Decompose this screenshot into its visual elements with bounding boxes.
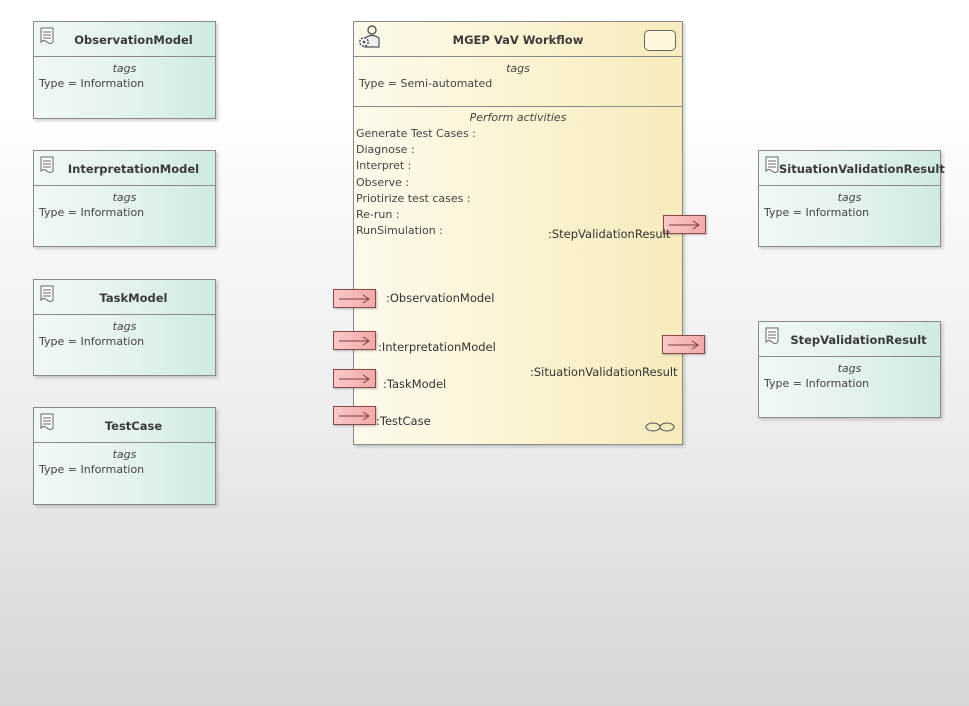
element-name: SituationValidationResult: [779, 162, 945, 176]
document-icon: [765, 156, 779, 173]
activity-item: Interpret :: [356, 159, 412, 173]
activity-item: Diagnose :: [356, 143, 415, 157]
rounded-rect-icon: [644, 30, 676, 51]
element-header: TaskModel: [34, 280, 215, 315]
document-icon: [40, 27, 54, 44]
output-pin-situation-validation-result[interactable]: [662, 335, 705, 354]
element-header: TestCase: [34, 408, 215, 443]
activity-item: Priotirize test cases :: [356, 191, 471, 205]
activity-item: Observe :: [356, 175, 410, 189]
element-observation-model[interactable]: ObservationModel tags Type = Information: [33, 21, 216, 119]
document-icon: [765, 327, 779, 344]
infinity-icon: [645, 422, 675, 432]
document-icon: [40, 285, 54, 302]
arrow-right-icon: [339, 374, 370, 384]
element-task-model[interactable]: TaskModel tags Type = Information: [33, 279, 216, 376]
activity-item: Generate Test Cases :: [356, 127, 476, 140]
pin-label: :SituationValidationResult: [530, 365, 678, 379]
process-title: MGEP VaV Workflow: [452, 33, 584, 47]
element-header: StepValidationResult: [759, 322, 940, 357]
element-step-validation-result[interactable]: StepValidationResult tags Type = Informa…: [758, 321, 941, 418]
tags-heading: tags: [837, 362, 862, 375]
pin-label: :StepValidationResult: [548, 227, 671, 241]
type-property: Type = Information: [764, 206, 870, 219]
tags-heading: tags: [112, 191, 137, 204]
document-icon: [40, 413, 54, 430]
element-test-case[interactable]: TestCase tags Type = Information: [33, 407, 216, 505]
tags-heading: tags: [112, 448, 137, 461]
pin-label: :TestCase: [376, 414, 431, 428]
process-tags-section: tags Type = Semi-automated: [354, 62, 682, 107]
type-property: Type = Information: [39, 335, 145, 348]
actor-gear-icon: [359, 25, 380, 48]
pin-label: :InterpretationModel: [378, 340, 496, 354]
element-name: InterpretationModel: [67, 162, 200, 176]
pin-label: :ObservationModel: [386, 291, 495, 305]
arrow-right-icon: [668, 340, 699, 350]
input-pin-test-case[interactable]: [333, 406, 376, 425]
element-name: TestCase: [104, 419, 163, 433]
activities-list: Generate Test Cases : Diagnose : Interpr…: [354, 126, 682, 239]
input-pin-observation-model[interactable]: [333, 289, 376, 308]
arrow-right-icon: [339, 411, 370, 421]
arrow-right-icon: [339, 336, 370, 346]
tags-heading: tags: [112, 320, 137, 333]
activity-item: Re-run :: [356, 207, 400, 221]
tags-heading: tags: [112, 62, 137, 75]
element-header: ObservationModel: [34, 22, 215, 57]
element-interpretation-model[interactable]: InterpretationModel tags Type = Informat…: [33, 150, 216, 247]
tags-heading: tags: [506, 62, 530, 75]
pin-label: :TaskModel: [383, 377, 447, 391]
element-name: TaskModel: [99, 291, 168, 305]
process-header: MGEP VaV Workflow: [354, 22, 682, 57]
element-situation-validation-result[interactable]: SituationValidationResult tags Type = In…: [758, 150, 945, 247]
type-property: Type = Information: [39, 206, 145, 219]
element-header: InterpretationModel: [34, 151, 215, 186]
element-name: ObservationModel: [74, 33, 193, 47]
type-property: Type = Information: [39, 77, 145, 90]
type-property: Type = Information: [764, 377, 870, 390]
input-pin-interpretation-model[interactable]: [333, 331, 376, 350]
arrow-right-icon: [339, 294, 370, 304]
activities-heading: Perform activities: [469, 111, 567, 124]
arrow-right-icon: [669, 220, 700, 230]
document-icon: [40, 156, 54, 173]
type-property: Type = Semi-automated: [359, 77, 493, 90]
element-header: SituationValidationResult: [759, 151, 945, 186]
type-property: Type = Information: [39, 463, 145, 476]
element-name: StepValidationResult: [790, 333, 927, 347]
tags-heading: tags: [837, 191, 862, 204]
input-pin-task-model[interactable]: [333, 369, 376, 388]
